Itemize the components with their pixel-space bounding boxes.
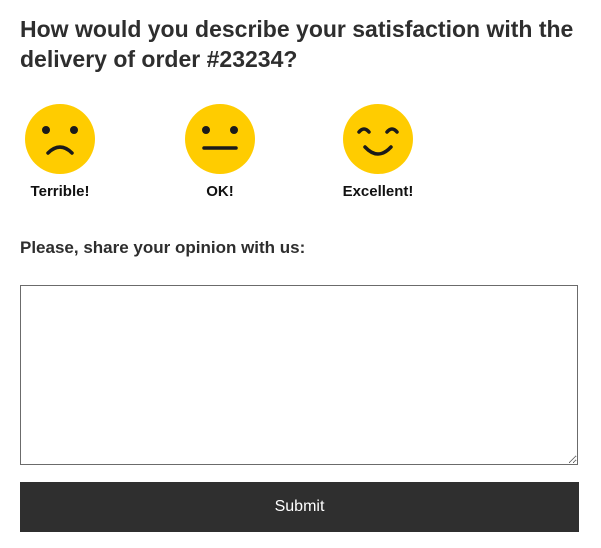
- smiling-face-icon[interactable]: [342, 103, 414, 175]
- submit-button[interactable]: Submit: [20, 482, 579, 532]
- opinion-textarea[interactable]: [20, 285, 578, 465]
- rating-label-ok: OK!: [206, 183, 234, 200]
- rating-option-terrible[interactable]: Terrible!: [0, 103, 110, 213]
- frowning-face-icon[interactable]: [24, 103, 96, 175]
- rating-label-terrible: Terrible!: [30, 183, 90, 200]
- rating-options: Terrible! OK! Excellent!: [0, 103, 601, 213]
- rating-option-excellent[interactable]: Excellent!: [318, 103, 428, 213]
- rating-label-excellent: Excellent!: [342, 183, 414, 200]
- rating-option-ok[interactable]: OK!: [160, 103, 270, 213]
- neutral-face-icon[interactable]: [184, 103, 256, 175]
- survey-question: How would you describe your satisfaction…: [20, 16, 574, 72]
- opinion-prompt: Please, share your opinion with us:: [20, 238, 306, 257]
